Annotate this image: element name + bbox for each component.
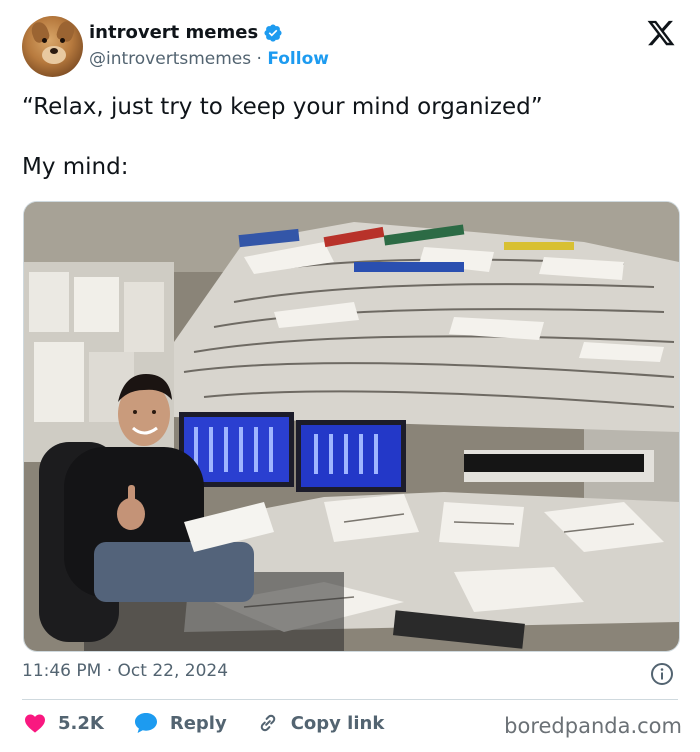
- like-count: 5.2K: [58, 712, 104, 734]
- copy-link-button[interactable]: Copy link: [257, 712, 385, 734]
- follow-button[interactable]: Follow: [267, 49, 329, 69]
- info-icon[interactable]: [650, 662, 674, 686]
- tweet-date[interactable]: Oct 22, 2024: [118, 661, 229, 681]
- author-display-name[interactable]: introvert memes: [89, 22, 258, 43]
- tweet-text: “Relax, just try to keep your mind organ…: [22, 94, 543, 180]
- tweet-meta: 11:46 PM · Oct 22, 2024: [22, 661, 228, 681]
- tweet-time[interactable]: 11:46 PM: [22, 661, 101, 681]
- verified-badge-icon: [264, 23, 282, 42]
- link-icon: [260, 714, 275, 732]
- like-button[interactable]: 5.2K: [24, 713, 104, 734]
- reply-label: Reply: [169, 712, 227, 734]
- tweet-photo[interactable]: [23, 201, 680, 652]
- handle-separator: ·: [256, 49, 262, 69]
- action-bar: 5.2K Reply Copy link: [24, 712, 414, 734]
- speech-bubble-icon: [134, 713, 157, 733]
- author-handle-row: @introvertsmemes · Follow: [89, 49, 329, 69]
- author-name-row: introvert memes: [89, 22, 283, 43]
- x-logo-icon[interactable]: [646, 18, 676, 48]
- author-avatar[interactable]: [22, 16, 83, 77]
- author-handle[interactable]: @introvertsmemes: [89, 49, 251, 69]
- meta-separator: ·: [106, 661, 113, 681]
- tweet-header: introvert memes @introvertsmemes · Follo…: [22, 16, 678, 78]
- heart-icon: [25, 714, 45, 733]
- watermark: boredpanda.com: [504, 714, 682, 738]
- office-clutter-photo: [24, 202, 679, 651]
- reply-button[interactable]: Reply: [134, 712, 227, 734]
- copy-link-label: Copy link: [290, 712, 385, 734]
- divider: [22, 699, 678, 700]
